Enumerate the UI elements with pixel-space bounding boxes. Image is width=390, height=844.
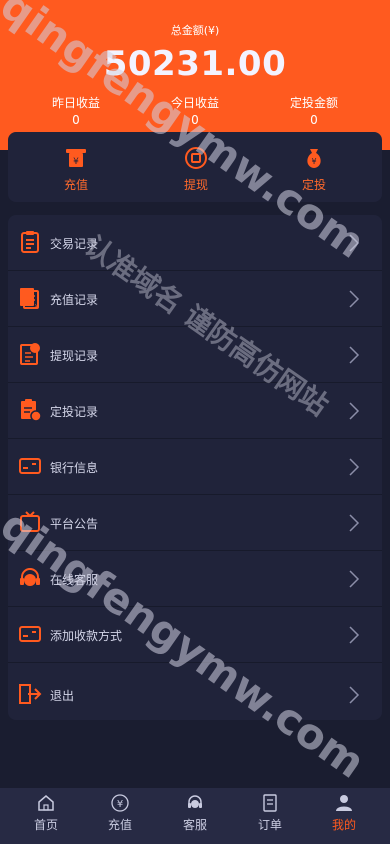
recharge-action-button[interactable]: ¥ 充值 bbox=[36, 146, 116, 193]
chevron-right-icon bbox=[349, 458, 360, 476]
chevron-right-icon bbox=[349, 626, 360, 644]
menu-item-label: 交易记录 bbox=[50, 237, 99, 251]
total-amount-label: 总金额(¥) bbox=[170, 24, 220, 37]
add-card-icon bbox=[19, 626, 41, 642]
order-icon bbox=[263, 794, 277, 812]
menu-item-label: 退出 bbox=[50, 689, 75, 703]
menu-item-label: 充值记录 bbox=[50, 293, 99, 307]
chevron-right-icon bbox=[349, 402, 360, 420]
stat-today-earnings: 今日收益 0 bbox=[130, 94, 260, 127]
menu-item-recharge-records[interactable]: ¥ 充值记录 bbox=[8, 271, 382, 327]
withdraw-action-button[interactable]: 提现 bbox=[156, 146, 236, 193]
bottom-tab-bar: 首页 ¥ 充值 客服 订单 我的 bbox=[0, 788, 390, 844]
recharge-record-icon: ¥ bbox=[20, 288, 40, 310]
user-icon bbox=[336, 795, 352, 811]
invest-record-icon bbox=[21, 399, 42, 422]
tab-label: 首页 bbox=[33, 818, 58, 832]
menu-item-label: 定投记录 bbox=[50, 405, 99, 419]
menu-item-withdrawal-records[interactable]: 提现记录 bbox=[8, 327, 382, 383]
svg-text:¥: ¥ bbox=[35, 303, 40, 310]
stat-value: 0 bbox=[310, 113, 318, 127]
invest-action-label: 定投 bbox=[301, 178, 326, 192]
total-amount-value: 50231.00 bbox=[103, 44, 287, 84]
chevron-right-icon bbox=[349, 686, 360, 704]
tab-customer-service[interactable]: 客服 bbox=[160, 794, 230, 833]
headset-icon bbox=[20, 568, 40, 586]
recharge-action-label: 充值 bbox=[63, 178, 88, 192]
invest-action-button[interactable]: ¥ 定投 bbox=[274, 146, 354, 193]
svg-text:¥: ¥ bbox=[117, 799, 123, 810]
chevron-right-icon bbox=[349, 514, 360, 532]
announcement-icon bbox=[20, 511, 40, 532]
tab-label: 客服 bbox=[182, 818, 207, 832]
menu-item-bank-info[interactable]: 银行信息 bbox=[8, 439, 382, 495]
stat-value: 0 bbox=[191, 113, 199, 127]
menu-item-add-payment-method[interactable]: 添加收款方式 bbox=[8, 607, 382, 663]
stat-yesterday-earnings: 昨日收益 0 bbox=[11, 94, 141, 127]
atm-yuan-icon: ¥ bbox=[66, 149, 86, 167]
stat-label: 定投金额 bbox=[289, 96, 338, 110]
menu-item-label: 平台公告 bbox=[50, 517, 99, 531]
withdraw-action-label: 提现 bbox=[183, 178, 208, 192]
menu-item-investment-records[interactable]: 定投记录 bbox=[8, 383, 382, 439]
clipboard-icon bbox=[21, 231, 39, 253]
tab-home[interactable]: 首页 bbox=[11, 794, 81, 833]
logout-icon bbox=[19, 684, 42, 704]
quick-actions-card: ¥ 充值 提现 ¥ 定投 bbox=[8, 132, 382, 202]
chevron-right-icon bbox=[349, 570, 360, 588]
menu-item-label: 银行信息 bbox=[50, 461, 99, 475]
tab-mine[interactable]: 我的 bbox=[309, 794, 379, 833]
stat-label: 昨日收益 bbox=[51, 96, 100, 110]
menu-item-label: 提现记录 bbox=[50, 349, 99, 363]
tab-label: 订单 bbox=[257, 818, 282, 832]
menu-item-platform-announcement[interactable]: 平台公告 bbox=[8, 495, 382, 551]
yuan-icon: ¥ bbox=[111, 794, 129, 812]
menu-item-label: 添加收款方式 bbox=[50, 629, 123, 643]
home-icon bbox=[38, 795, 54, 811]
menu-item-online-service[interactable]: 在线客服 bbox=[8, 551, 382, 607]
tab-label: 我的 bbox=[331, 818, 356, 832]
menu-item-label: 在线客服 bbox=[50, 573, 99, 587]
stat-value: 0 bbox=[72, 113, 80, 127]
chevron-right-icon bbox=[349, 290, 360, 308]
stat-investment-amount: 定投金额 0 bbox=[249, 94, 379, 127]
menu-item-logout[interactable]: 退出 bbox=[8, 663, 382, 720]
svg-text:¥: ¥ bbox=[311, 157, 316, 166]
coin-icon bbox=[185, 147, 207, 169]
withdraw-record-icon bbox=[20, 343, 40, 365]
menu-item-transaction-records[interactable]: 交易记录 bbox=[8, 215, 382, 271]
menu-list: 交易记录 ¥ 充值记录 提现记录 定投记录 银行信息 平台公告 在线客服 添加收… bbox=[8, 215, 382, 720]
money-bag-icon: ¥ bbox=[307, 149, 321, 168]
tab-orders[interactable]: 订单 bbox=[235, 794, 305, 833]
stat-label: 今日收益 bbox=[170, 96, 219, 110]
headset-icon bbox=[188, 795, 202, 808]
bank-card-icon bbox=[19, 458, 41, 474]
tab-recharge[interactable]: ¥ 充值 bbox=[85, 794, 155, 833]
balance-header: 总金额(¥) 50231.00 昨日收益 0 今日收益 0 定投金额 0 bbox=[0, 0, 390, 150]
tab-label: 充值 bbox=[107, 818, 132, 832]
chevron-right-icon bbox=[349, 234, 360, 252]
chevron-right-icon bbox=[349, 346, 360, 364]
svg-text:¥: ¥ bbox=[73, 157, 79, 167]
